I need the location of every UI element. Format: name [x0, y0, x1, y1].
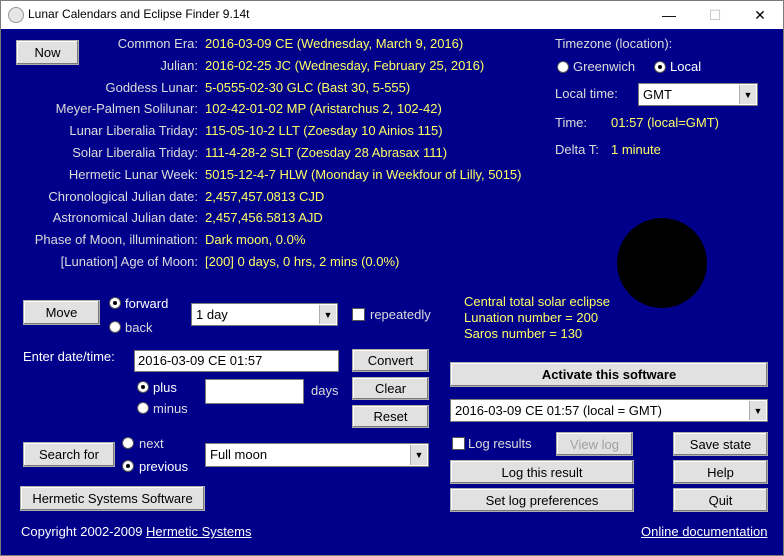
view-log-button[interactable]: View log [556, 432, 633, 456]
set-log-preferences-button[interactable]: Set log preferences [450, 488, 634, 512]
online-documentation-link[interactable]: Online documentation [641, 524, 767, 539]
calendar-row-label: Lunar Liberalia Triday: [69, 123, 198, 138]
calendar-row-value: 115-05-10-2 LLT (Zoesday 10 Ainios 115) [205, 123, 443, 138]
calendar-row-value: 5-0555-02-30 GLC (Bast 30, 5-555) [205, 80, 411, 95]
calendar-row-value: 5015-12-4-7 HLW (Moonday in Weekfour of … [205, 167, 522, 182]
now-button[interactable]: Now [16, 40, 79, 65]
eclipse-line-1: Central total solar eclipse [464, 294, 610, 309]
step-value: 1 day [196, 307, 228, 322]
calendar-row-value: 2016-03-09 CE (Wednesday, March 9, 2016) [205, 36, 464, 51]
previous-radio[interactable] [122, 460, 134, 472]
quit-button[interactable]: Quit [673, 488, 768, 512]
local-time-value: GMT [643, 87, 672, 102]
days-label: days [311, 383, 339, 398]
chevron-down-icon: ▼ [410, 445, 427, 465]
delta-t-label: Delta T: [555, 142, 599, 157]
step-select[interactable]: 1 day ▼ [191, 303, 338, 326]
calendar-row-label: [Lunation] Age of Moon: [60, 254, 198, 269]
plus-radio[interactable] [137, 381, 149, 393]
timezone-heading: Timezone (location): [555, 36, 673, 51]
calendar-row-value: 2016-02-25 JC (Wednesday, February 25, 2… [205, 58, 485, 73]
calendar-row-label: Astronomical Julian date: [52, 210, 198, 225]
clear-button[interactable]: Clear [352, 377, 429, 400]
calendar-row-label: Solar Liberalia Triday: [72, 145, 198, 160]
moon-phase-graphic [617, 218, 707, 308]
close-button[interactable]: ✕ [737, 1, 783, 29]
local-radio[interactable] [654, 61, 666, 73]
minus-label: minus [153, 401, 188, 416]
local-label: Local [670, 59, 702, 74]
log-results-label: Log results [468, 436, 532, 451]
repeatedly-checkbox[interactable] [352, 308, 365, 321]
forward-label: forward [125, 296, 169, 311]
hermetic-systems-link[interactable]: Hermetic Systems [146, 524, 251, 539]
local-time-select[interactable]: GMT ▼ [638, 83, 758, 106]
calendar-row-value: 2,457,456.5813 AJD [205, 210, 323, 225]
greenwich-radio[interactable] [557, 61, 569, 73]
calendar-row-value: Dark moon, 0.0% [205, 232, 306, 247]
calendar-row-value: 111-4-28-2 SLT (Zoesday 28 Abrasax 111) [205, 145, 448, 160]
delta-t-value: 1 minute [611, 142, 661, 157]
chevron-down-icon: ▼ [739, 85, 756, 104]
main-panel: Now Common Era: 2016-03-09 CE (Wednesday,… [1, 29, 783, 555]
back-label: back [125, 320, 153, 335]
title-bar: Lunar Calendars and Eclipse Finder 9.14t… [1, 1, 783, 29]
move-button[interactable]: Move [23, 300, 100, 325]
calendar-row-label: Phase of Moon, illumination: [34, 232, 198, 247]
calendar-row-label: Julian: [160, 58, 198, 73]
app-icon [8, 7, 24, 23]
forward-radio[interactable] [109, 297, 121, 309]
calendar-row-label: Hermetic Lunar Week: [68, 167, 198, 182]
calendar-row-label: Meyer-Palmen Solilunar: [55, 101, 198, 116]
search-target-select[interactable]: Full moon ▼ [205, 443, 429, 467]
result-select-value: 2016-03-09 CE 01:57 (local = GMT) [455, 403, 663, 418]
calendar-row-label: Chronological Julian date: [48, 189, 198, 204]
local-time-label: Local time: [555, 86, 618, 101]
date-time-input[interactable]: 2016-03-09 CE 01:57 [134, 350, 339, 372]
time-value: 01:57 (local=GMT) [611, 115, 720, 130]
log-this-result-button[interactable]: Log this result [450, 460, 634, 484]
previous-label: previous [139, 459, 189, 474]
minus-radio[interactable] [137, 402, 149, 414]
calendar-row-value: [200] 0 days, 0 hrs, 2 mins (0.0%) [205, 254, 400, 269]
copyright-text: Copyright 2002-2009 [21, 524, 143, 539]
calendar-row-value: 102-42-01-02 MP (Aristarchus 2, 102-42) [205, 101, 442, 116]
greenwich-label: Greenwich [573, 59, 636, 74]
result-select[interactable]: 2016-03-09 CE 01:57 (local = GMT) ▼ [450, 399, 768, 422]
back-radio[interactable] [109, 321, 121, 333]
hermetic-software-button[interactable]: Hermetic Systems Software [20, 486, 205, 511]
search-for-button[interactable]: Search for [23, 442, 115, 467]
eclipse-line-2: Lunation number = 200 [464, 310, 599, 325]
log-results-checkbox[interactable] [452, 437, 465, 450]
next-label: next [139, 436, 164, 451]
activate-button[interactable]: Activate this software [450, 362, 768, 387]
calendar-row-label: Common Era: [117, 36, 198, 51]
help-button[interactable]: Help [673, 460, 768, 484]
time-label: Time: [555, 115, 588, 130]
window-title: Lunar Calendars and Eclipse Finder 9.14t [28, 7, 250, 21]
calendar-row-value: 2,457,457.0813 CJD [205, 189, 325, 204]
plus-label: plus [153, 380, 177, 395]
app-window: Lunar Calendars and Eclipse Finder 9.14t… [0, 0, 784, 556]
save-state-button[interactable]: Save state [673, 432, 768, 456]
enter-date-label: Enter date/time: [23, 349, 115, 364]
chevron-down-icon: ▼ [319, 305, 336, 324]
maximize-button: ☐ [708, 7, 722, 23]
eclipse-line-3: Saros number = 130 [464, 326, 583, 341]
convert-button[interactable]: Convert [352, 349, 429, 372]
days-input[interactable] [205, 379, 304, 404]
reset-button[interactable]: Reset [352, 405, 429, 428]
minimize-button[interactable]: — [646, 1, 692, 29]
search-target-value: Full moon [210, 447, 268, 462]
repeatedly-label: repeatedly [370, 307, 431, 322]
chevron-down-icon: ▼ [749, 401, 766, 420]
calendar-row-label: Goddess Lunar: [105, 80, 198, 95]
next-radio[interactable] [122, 437, 134, 449]
